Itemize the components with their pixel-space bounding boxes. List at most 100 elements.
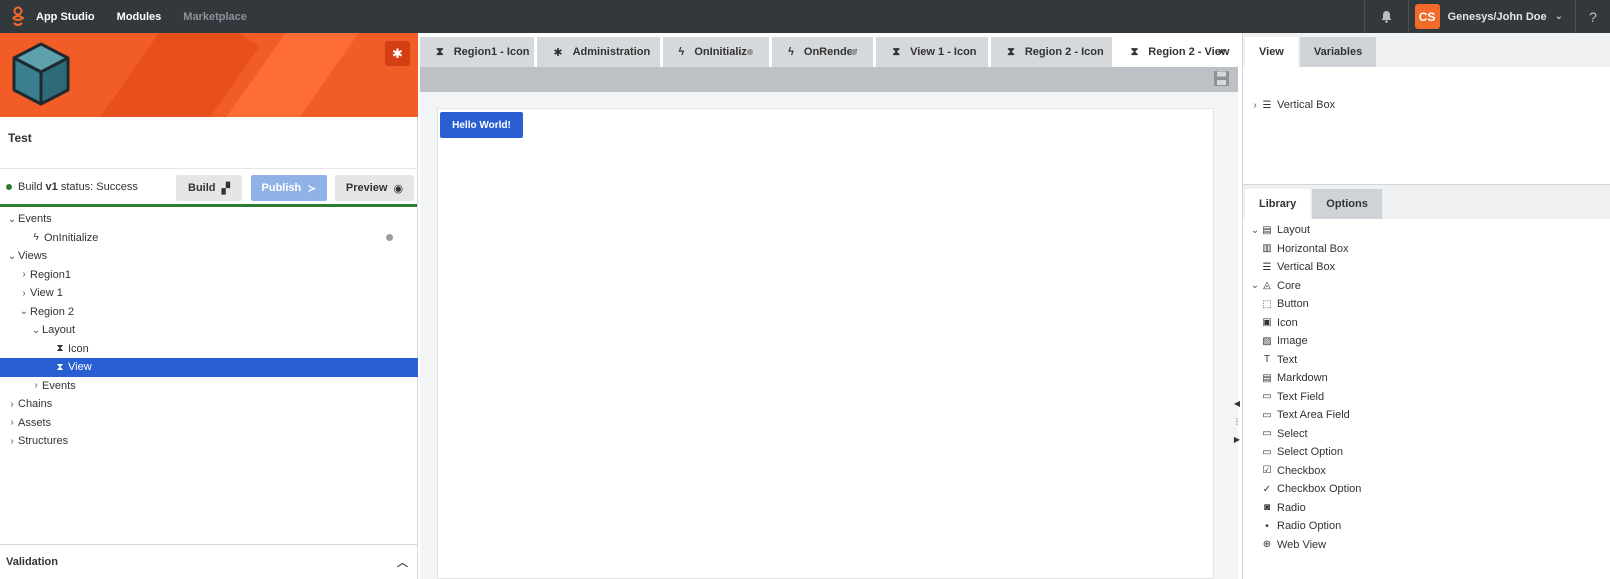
tree-item-structures[interactable]: › Structures [0,432,418,451]
library-label: Icon [1277,316,1298,329]
chevron-right-icon[interactable]: › [30,380,42,391]
view-tree-item-vertical-box[interactable]: › ☰ Vertical Box [1243,96,1335,114]
design-canvas[interactable]: Hello World! [437,108,1214,579]
tree-item-label: Layout [42,324,76,337]
project-banner: ✱ [0,33,418,117]
text-area-field-icon: ▭ [1262,409,1272,421]
tree-item-label: Structures [18,435,69,448]
component-icon: ⧗ [1007,45,1015,58]
markdown-icon: ▤ [1262,372,1272,384]
chevron-right-icon[interactable]: › [6,399,18,410]
user-menu[interactable]: CS Genesys/John Doe ⌄ [1407,0,1576,33]
library-item-image[interactable]: ▨ Image [1243,332,1307,350]
tree-item-icon[interactable]: ⧗ Icon [0,340,418,359]
settings-gear-icon[interactable]: ✱ [385,41,410,66]
chevron-right-icon[interactable]: › [18,288,30,299]
tab-region-2-view[interactable]: ⧗ Region 2 - View × [1114,37,1236,67]
tree-item-region1[interactable]: › Region1 [0,266,418,285]
tab-oninitialize[interactable]: ϟ OnInitialize [662,37,770,67]
chevron-down-icon[interactable]: ⌄ [1249,225,1261,236]
project-tree: ⌄ Events ϟ OnInitialize ⌄ Views › Region1 › View … [0,210,418,451]
library-group-layout[interactable]: ⌄ ▤ Layout [1243,221,1310,239]
tab-administration[interactable]: ✱ Administration [537,37,660,67]
horizontal-box-icon: ▥ [1262,243,1272,254]
save-icon[interactable] [1213,70,1230,87]
tree-item-events[interactable]: › Events [0,377,418,396]
radio-icon: ◙ [1263,502,1271,513]
genesys-logo-icon[interactable] [0,0,36,33]
tab-label: Region 2 - Icon [1024,46,1104,58]
chevron-up-icon[interactable]: ︿ [397,554,408,570]
chevron-right-icon[interactable]: › [18,269,30,280]
library-item-web-view[interactable]: ⊕ Web View [1243,536,1326,554]
tab-options[interactable]: Options [1312,189,1382,219]
library-item-text-field[interactable]: ▭ Text Field [1243,388,1324,406]
tab-view[interactable]: View [1245,37,1298,67]
library-item-button[interactable]: ⬚ Button [1243,295,1309,313]
build-status: Build v1 status: Success [18,180,138,193]
tree-item-oninitialize[interactable]: ϟ OnInitialize [0,229,418,248]
tree-item-view[interactable]: ⧗ View [0,358,418,377]
view-tabs: View Variables [1243,33,1610,67]
user-name: Genesys/John Doe [1447,10,1547,23]
preview-button[interactable]: Preview ◉ [335,175,414,201]
tree-item-region-2[interactable]: ⌄ Region 2 [0,303,418,322]
library-item-radio-option[interactable]: • Radio Option [1243,517,1341,535]
tree-item-assets[interactable]: › Assets [0,414,418,433]
library-item-select-option[interactable]: ▭ Select Option [1243,443,1343,461]
library-label: Radio [1277,501,1306,514]
library-item-text[interactable]: T Text [1243,351,1297,369]
build-button[interactable]: Build ▞ [176,175,242,201]
library-item-horizontal-box[interactable]: ▥ Horizontal Box [1243,240,1348,258]
library-label: Vertical Box [1277,261,1336,273]
tree-item-events[interactable]: ⌄ Events [0,210,418,229]
tab-onrender[interactable]: ϟ OnRender [772,37,874,67]
tree-item-chains[interactable]: › Chains [0,395,418,414]
library-item-radio[interactable]: ◙ Radio [1243,499,1306,517]
chevron-right-icon[interactable]: › [6,436,18,447]
library-item-icon[interactable]: ▣ Icon [1243,314,1298,332]
tab-region1-icon[interactable]: ⧗ Region1 - Icon [420,37,535,67]
modules-link[interactable]: Modules [117,11,162,23]
publish-button[interactable]: Publish ≻ [251,175,327,201]
top-bar: App Studio Modules Marketplace CS Genesy… [0,0,1610,33]
chevron-down-icon[interactable]: ⌄ [6,214,18,225]
library-label: Select Option [1277,446,1344,458]
tree-item-view-1[interactable]: › View 1 [0,284,418,303]
hello-world-button[interactable]: Hello World! [440,112,523,138]
vertical-box-icon: ☰ [1262,261,1272,273]
tree-item-views[interactable]: ⌄ Views [0,247,418,266]
library-item-markdown[interactable]: ▤ Markdown [1243,369,1327,387]
select-icon: ▭ [1262,428,1272,439]
help-icon[interactable]: ? [1576,0,1610,33]
marketplace-link[interactable]: Marketplace [183,11,247,23]
checkbox-option-icon: ✓ [1262,483,1272,495]
library-group-core[interactable]: ⌄ ◬ Core [1243,277,1301,295]
chevron-down-icon[interactable]: ⌄ [30,325,42,336]
properties-panel: View Variables › ☰ Vertical Box Library Opti… [1242,33,1610,579]
panel-splitter[interactable]: ◀ ⋮ ▶ [1232,395,1242,449]
layout-icon: ▤ [1262,224,1272,236]
library-item-checkbox[interactable]: ☑ Checkbox [1243,462,1326,480]
tree-item-layout[interactable]: ⌄ Layout [0,321,418,340]
chevron-right-icon[interactable]: › [1249,100,1261,111]
validation-panel-header[interactable]: Validation ︿ [0,544,418,579]
chevron-right-icon[interactable]: › [6,417,18,428]
library-item-select[interactable]: ▭ Select [1243,425,1307,443]
avatar: CS [1414,4,1440,29]
chevron-down-icon[interactable]: ⌄ [1249,280,1261,291]
chevron-down-icon[interactable]: ⌄ [18,306,30,317]
tab-variables[interactable]: Variables [1299,37,1377,67]
tab-library[interactable]: Library [1245,189,1311,219]
library-item-checkbox-option[interactable]: ✓ Checkbox Option [1243,480,1362,498]
library-item-text-area-field[interactable]: ▭ Text Area Field [1243,406,1350,424]
app-studio-link[interactable]: App Studio [36,11,95,23]
close-icon[interactable]: × [1218,45,1225,59]
notifications-bell-icon[interactable] [1363,0,1408,33]
component-icon: ⧗ [56,343,64,355]
library-label: Checkbox Option [1277,483,1362,495]
chevron-down-icon[interactable]: ⌄ [6,251,18,262]
library-item-vertical-box[interactable]: ☰ Vertical Box [1243,258,1336,276]
tab-region-2-icon[interactable]: ⧗ Region 2 - Icon [991,37,1112,67]
tab-view-1-icon[interactable]: ⧗ View 1 - Icon [876,37,989,67]
